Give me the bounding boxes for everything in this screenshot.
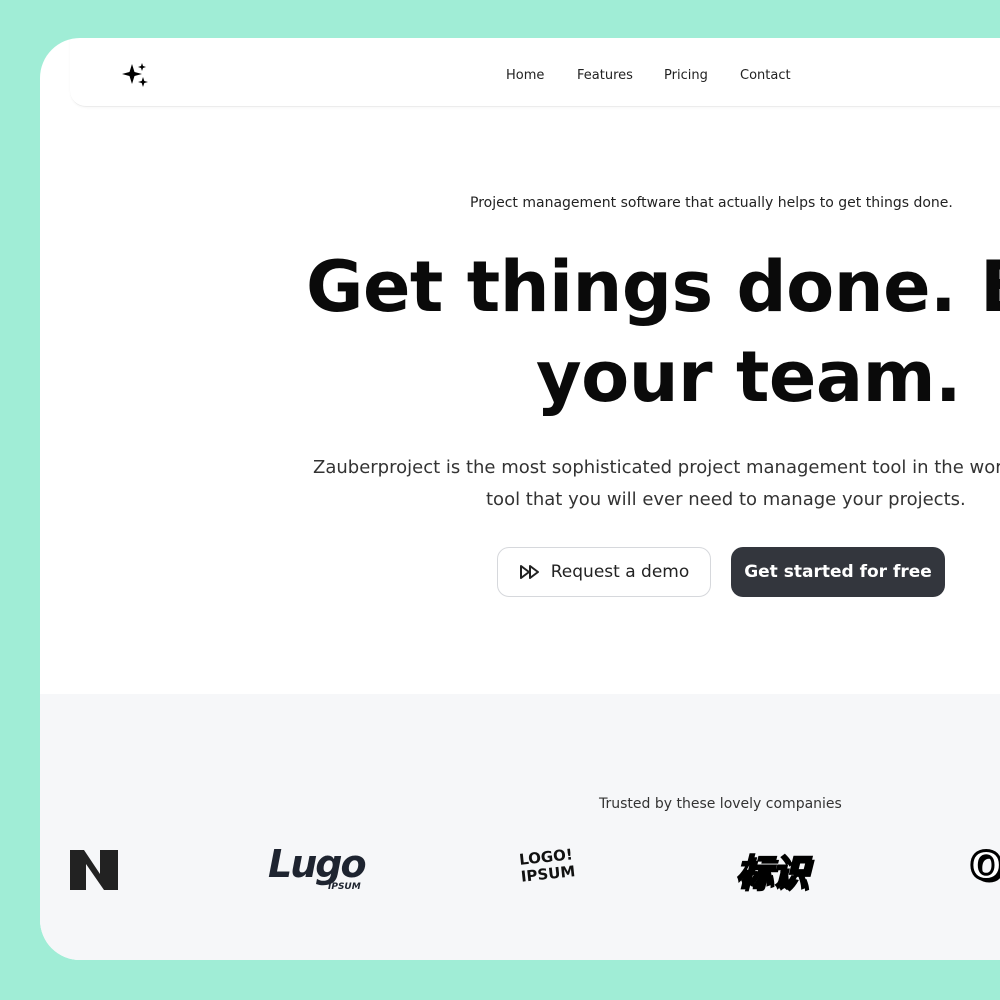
page-card: Home Features Pricing Contact Project ma… [40, 38, 1000, 960]
hero-heading-line1: Get things done. Elev [306, 246, 1000, 328]
hero-heading-line2: your team. [536, 336, 962, 418]
hero-description-line2: tool that you will ever need to manage y… [486, 489, 966, 510]
nav-pricing[interactable]: Pricing [664, 68, 708, 83]
fast-forward-icon [519, 565, 539, 579]
nav-contact[interactable]: Contact [740, 68, 791, 83]
get-started-button[interactable]: Get started for free [731, 547, 945, 597]
hero-subtitle: Project management software that actuall… [470, 195, 953, 211]
company-logo-logo-ipsum-2: LOGO! IPSUM [518, 845, 577, 886]
navbar: Home Features Pricing Contact [70, 38, 1000, 107]
company-logo-o: O [968, 843, 1000, 890]
trusted-section: Trusted by these lovely companies Lugo IP… [40, 694, 1000, 960]
get-started-label: Get started for free [744, 562, 932, 582]
company-logo-chinese: 标识 [735, 852, 809, 895]
sparkles-icon[interactable] [122, 62, 152, 92]
company-logo-logo-ipsum: Lugo IPSUM [268, 842, 367, 892]
request-demo-button[interactable]: Request a demo [497, 547, 711, 597]
hero-description-line1: Zauberproject is the most sophisticated … [313, 457, 1000, 478]
company-logo-n [70, 850, 118, 890]
nav-features[interactable]: Features [577, 68, 633, 83]
trusted-title: Trusted by these lovely companies [599, 796, 842, 812]
nav-home[interactable]: Home [506, 68, 544, 83]
request-demo-label: Request a demo [550, 562, 690, 582]
